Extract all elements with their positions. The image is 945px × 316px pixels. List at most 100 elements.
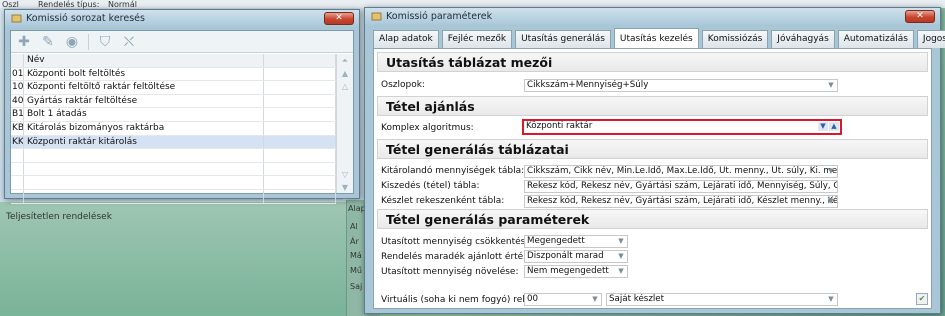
reduce-quantity-label: Utasított mennyiség csökkentése: <box>381 237 534 247</box>
increase-quantity-label: Utasított mennyiség növelése: <box>381 267 519 277</box>
row-extra <box>264 67 336 81</box>
tab-utasitas-kezeles[interactable]: Utasítás kezelés <box>613 28 699 48</box>
table-row[interactable]: B1 Bolt 1 átadás <box>11 108 336 122</box>
tab-utasitas-generalas[interactable]: Utasítás generálás <box>515 30 611 48</box>
section-header: Tétel ajánlás <box>377 96 928 116</box>
table-row[interactable]: 01 Központi bolt feltöltés <box>11 67 336 82</box>
tab-alap-adatok[interactable]: Alap adatok <box>373 30 439 48</box>
unfulfilled-orders-label: Teljesítetlen rendelések <box>6 212 112 222</box>
remaining-value-select[interactable]: Diszponált marad ▼ <box>524 250 628 263</box>
chevron-down-icon: ▼ <box>828 81 834 89</box>
increase-quantity-value: Nem megengedett <box>527 266 609 276</box>
results-grid: Név 01 Központi bolt feltöltés 10 Közpon… <box>11 54 336 204</box>
chevron-down-icon: ▼ <box>828 197 834 205</box>
table-row[interactable]: 10 Központi feltöltő raktár feltöltése <box>11 81 336 95</box>
columns-select[interactable]: Cikkszám+Mennyiség+Súly ▼ <box>524 79 838 92</box>
chevron-down-icon: ▼ <box>618 267 624 275</box>
row-code: 01 <box>12 67 24 81</box>
background-side-label: Mű <box>350 266 362 275</box>
commission-series-search-window: Komissió sorozat keresés ✕ ✚ ✎ ◉ ⛉ ⛌ Név… <box>4 9 360 205</box>
confirm-check-icon[interactable]: ✔ <box>916 293 928 305</box>
tab-content: Utasítás táblázat mezői Oszlopok: Cikksz… <box>373 48 932 309</box>
clear-filter-icon[interactable]: ⛌ <box>119 33 139 51</box>
picking-quantities-table-label: Kitárolandó mennyiségek tábla: <box>381 166 525 176</box>
table-row-selected[interactable]: KK Központi raktár kitárolás <box>11 135 336 150</box>
chevron-down-icon: ▼ <box>618 237 624 245</box>
close-button[interactable]: ✕ <box>324 12 354 25</box>
remaining-value-value: Diszponált marad <box>527 251 604 261</box>
add-icon[interactable]: ✚ <box>14 33 34 51</box>
commission-parameters-window: Komissió paraméterek ✕ Alap adatok Fejlé… <box>364 7 945 314</box>
table-row-empty <box>11 162 336 177</box>
background-side-label: Al <box>350 222 358 231</box>
background-value: Normál <box>108 0 137 9</box>
reduce-quantity-value: Megengedett <box>527 236 585 246</box>
section-header: Tétel generálás táblázatai <box>377 139 928 159</box>
tab-bar: Alap adatok Fejléc mezők Utasítás generá… <box>373 28 945 48</box>
remaining-value-label: Rendelés maradék ajánlott értéke: <box>381 252 537 262</box>
row-extra <box>264 135 336 149</box>
grid-header: Név <box>11 54 336 68</box>
virtual-bin-code-value: 00 <box>527 294 539 304</box>
background-side-label: Má <box>350 251 362 260</box>
scroll-page-up-icon[interactable]: △ <box>339 81 351 93</box>
tab-jovahagyas[interactable]: Jóváhagyás <box>771 30 835 48</box>
edit-icon[interactable]: ✎ <box>38 33 58 51</box>
tab-fejlec-mezok[interactable]: Fejléc mezők <box>441 30 513 48</box>
chevron-down-icon[interactable]: ▼ <box>818 122 828 131</box>
row-name: Kitárolás bizományos raktárba <box>24 121 264 135</box>
scroll-down-icon[interactable]: ▼ <box>339 182 351 194</box>
picking-quantities-table-value: Cikkszám, Cikk név, Min.Le.Idő, Max.Le.I… <box>527 166 838 176</box>
column-header-code[interactable] <box>11 54 24 67</box>
row-extra <box>264 121 336 135</box>
chevron-down-icon: ▼ <box>618 252 624 260</box>
complex-algorithm-label: Komplex algoritmus: <box>381 123 474 133</box>
right-window-titlebar[interactable]: Komissió paraméterek ✕ <box>365 8 940 25</box>
reduce-quantity-select[interactable]: Megengedett ▼ <box>524 235 628 248</box>
row-extra <box>264 81 336 94</box>
scroll-bottom-icon[interactable]: ⏷ <box>339 195 351 207</box>
section-header: Tétel generálás paraméterek <box>377 209 928 229</box>
row-code: 40 <box>12 94 24 108</box>
tab-jogosultsagok[interactable]: Jogosultságok <box>916 30 945 48</box>
vertical-scrollbar[interactable]: ⏶ ▲ △ ▽ ▼ ⏷ <box>336 54 353 205</box>
row-code: B1 <box>12 108 24 121</box>
picking-quantities-table-select[interactable]: Cikkszám, Cikk név, Min.Le.Idő, Max.Le.I… <box>524 165 838 178</box>
virtual-bin-name-field[interactable]: Saját készlet ▼ <box>606 293 838 306</box>
background-side-label: Ár <box>350 237 359 246</box>
scroll-up-icon[interactable]: ▲ <box>339 68 351 80</box>
column-header-name[interactable]: Név <box>24 54 264 67</box>
row-name: Központi feltöltő raktár feltöltése <box>24 81 264 94</box>
tab-komissiozas[interactable]: Komissiózás <box>701 30 769 48</box>
table-row[interactable]: 40 Gyártás raktár feltöltése <box>11 94 336 109</box>
virtual-bin-code-select[interactable]: 00 ▼ <box>524 293 602 306</box>
picking-item-table-label: Kiszedés (tétel) tábla: <box>381 181 480 191</box>
section-header: Utasítás táblázat mezői <box>377 52 928 72</box>
filter-icon[interactable]: ⛉ <box>95 33 115 51</box>
increase-quantity-select[interactable]: Nem megengedett ▼ <box>524 265 628 278</box>
close-button[interactable]: ✕ <box>905 10 935 23</box>
scroll-top-icon[interactable]: ⏶ <box>339 55 351 67</box>
search-panel: ✚ ✎ ◉ ⛉ ⛌ Név 01 Központi bolt feltöltés… <box>10 30 354 205</box>
virtual-bin-label: Virtuális (soha ki nem fogyó) rekesz: <box>381 295 546 305</box>
row-name: Gyártás raktár feltöltése <box>24 94 264 108</box>
view-icon[interactable]: ◉ <box>62 33 82 51</box>
columns-select-value: Cikkszám+Mennyiség+Súly <box>527 80 649 90</box>
row-name: Központi bolt feltöltés <box>24 67 264 81</box>
background-side-label: Saj <box>350 282 363 291</box>
picking-item-table-select[interactable]: Rekesz kód, Rekesz név, Gyártási szám, L… <box>524 180 838 193</box>
stock-per-bin-table-select[interactable]: Rekesz kód, Rekesz név, Gyártási szám, L… <box>524 195 838 208</box>
tab-automatizalas[interactable]: Automatizálás <box>837 30 914 48</box>
complex-algorithm-value: Központi raktár <box>526 121 593 131</box>
right-window-title: Komissió paraméterek <box>386 11 493 22</box>
toolbar-divider <box>88 33 89 50</box>
lookup-icon[interactable]: ▲ <box>829 122 839 131</box>
complex-algorithm-select[interactable]: Központi raktár ▼ ▲ <box>522 119 842 135</box>
left-window-titlebar[interactable]: Komissió sorozat keresés ✕ <box>5 10 359 27</box>
scroll-page-down-icon[interactable]: ▽ <box>339 169 351 181</box>
left-window-title: Komissió sorozat keresés <box>26 13 145 24</box>
app-window-icon <box>371 11 382 22</box>
virtual-bin-name-value: Saját készlet <box>609 294 665 304</box>
table-row[interactable]: KB Kitárolás bizományos raktárba <box>11 121 336 136</box>
stock-per-bin-table-label: Készlet rekeszenként tábla: <box>381 196 505 206</box>
